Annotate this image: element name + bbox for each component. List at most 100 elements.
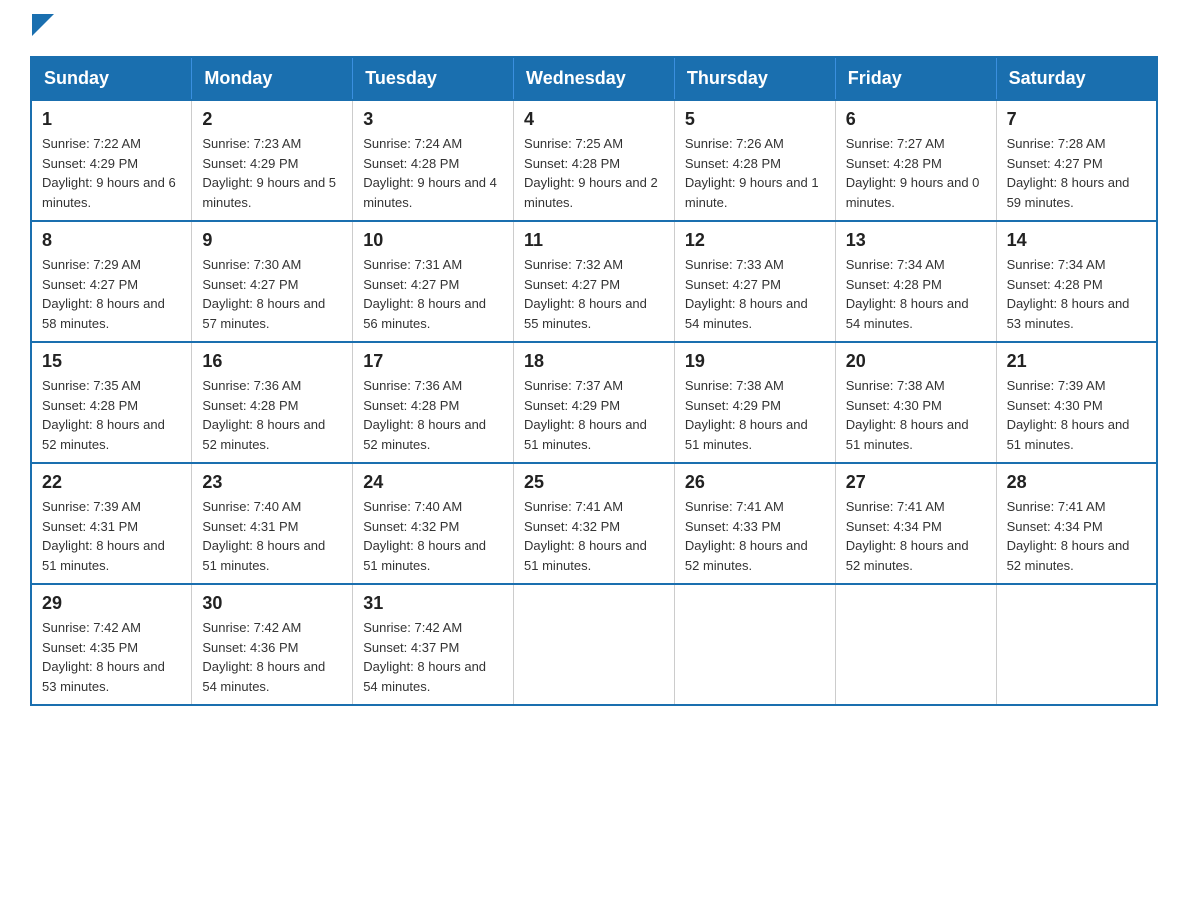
day-number: 15 (42, 351, 181, 372)
calendar-cell: 13 Sunrise: 7:34 AM Sunset: 4:28 PM Dayl… (835, 221, 996, 342)
day-number: 6 (846, 109, 986, 130)
day-info: Sunrise: 7:39 AM Sunset: 4:30 PM Dayligh… (1007, 376, 1146, 454)
day-info: Sunrise: 7:23 AM Sunset: 4:29 PM Dayligh… (202, 134, 342, 212)
day-number: 21 (1007, 351, 1146, 372)
calendar-cell: 29 Sunrise: 7:42 AM Sunset: 4:35 PM Dayl… (31, 584, 192, 705)
day-info: Sunrise: 7:25 AM Sunset: 4:28 PM Dayligh… (524, 134, 664, 212)
calendar-cell (514, 584, 675, 705)
day-number: 13 (846, 230, 986, 251)
day-info: Sunrise: 7:41 AM Sunset: 4:34 PM Dayligh… (1007, 497, 1146, 575)
day-info: Sunrise: 7:40 AM Sunset: 4:32 PM Dayligh… (363, 497, 503, 575)
day-info: Sunrise: 7:39 AM Sunset: 4:31 PM Dayligh… (42, 497, 181, 575)
day-number: 2 (202, 109, 342, 130)
calendar-cell: 24 Sunrise: 7:40 AM Sunset: 4:32 PM Dayl… (353, 463, 514, 584)
day-info: Sunrise: 7:33 AM Sunset: 4:27 PM Dayligh… (685, 255, 825, 333)
calendar-cell: 5 Sunrise: 7:26 AM Sunset: 4:28 PM Dayli… (674, 100, 835, 221)
calendar-cell: 18 Sunrise: 7:37 AM Sunset: 4:29 PM Dayl… (514, 342, 675, 463)
week-row-2: 8 Sunrise: 7:29 AM Sunset: 4:27 PM Dayli… (31, 221, 1157, 342)
day-number: 8 (42, 230, 181, 251)
day-info: Sunrise: 7:30 AM Sunset: 4:27 PM Dayligh… (202, 255, 342, 333)
day-number: 10 (363, 230, 503, 251)
day-number: 9 (202, 230, 342, 251)
day-number: 31 (363, 593, 503, 614)
day-info: Sunrise: 7:34 AM Sunset: 4:28 PM Dayligh… (846, 255, 986, 333)
calendar-cell: 27 Sunrise: 7:41 AM Sunset: 4:34 PM Dayl… (835, 463, 996, 584)
day-number: 22 (42, 472, 181, 493)
day-number: 4 (524, 109, 664, 130)
calendar-cell: 25 Sunrise: 7:41 AM Sunset: 4:32 PM Dayl… (514, 463, 675, 584)
day-info: Sunrise: 7:42 AM Sunset: 4:37 PM Dayligh… (363, 618, 503, 696)
day-info: Sunrise: 7:38 AM Sunset: 4:29 PM Dayligh… (685, 376, 825, 454)
calendar-cell: 30 Sunrise: 7:42 AM Sunset: 4:36 PM Dayl… (192, 584, 353, 705)
calendar-cell: 6 Sunrise: 7:27 AM Sunset: 4:28 PM Dayli… (835, 100, 996, 221)
day-info: Sunrise: 7:42 AM Sunset: 4:35 PM Dayligh… (42, 618, 181, 696)
week-row-1: 1 Sunrise: 7:22 AM Sunset: 4:29 PM Dayli… (31, 100, 1157, 221)
calendar-cell (835, 584, 996, 705)
calendar-cell: 12 Sunrise: 7:33 AM Sunset: 4:27 PM Dayl… (674, 221, 835, 342)
day-number: 26 (685, 472, 825, 493)
day-number: 29 (42, 593, 181, 614)
day-info: Sunrise: 7:42 AM Sunset: 4:36 PM Dayligh… (202, 618, 342, 696)
day-info: Sunrise: 7:28 AM Sunset: 4:27 PM Dayligh… (1007, 134, 1146, 212)
calendar-table: SundayMondayTuesdayWednesdayThursdayFrid… (30, 56, 1158, 706)
day-info: Sunrise: 7:34 AM Sunset: 4:28 PM Dayligh… (1007, 255, 1146, 333)
day-number: 3 (363, 109, 503, 130)
calendar-cell: 23 Sunrise: 7:40 AM Sunset: 4:31 PM Dayl… (192, 463, 353, 584)
day-info: Sunrise: 7:26 AM Sunset: 4:28 PM Dayligh… (685, 134, 825, 212)
calendar-cell: 4 Sunrise: 7:25 AM Sunset: 4:28 PM Dayli… (514, 100, 675, 221)
day-header-wednesday: Wednesday (514, 57, 675, 100)
calendar-cell: 9 Sunrise: 7:30 AM Sunset: 4:27 PM Dayli… (192, 221, 353, 342)
calendar-cell (996, 584, 1157, 705)
day-info: Sunrise: 7:29 AM Sunset: 4:27 PM Dayligh… (42, 255, 181, 333)
calendar-cell: 15 Sunrise: 7:35 AM Sunset: 4:28 PM Dayl… (31, 342, 192, 463)
day-info: Sunrise: 7:40 AM Sunset: 4:31 PM Dayligh… (202, 497, 342, 575)
calendar-cell: 11 Sunrise: 7:32 AM Sunset: 4:27 PM Dayl… (514, 221, 675, 342)
calendar-cell: 22 Sunrise: 7:39 AM Sunset: 4:31 PM Dayl… (31, 463, 192, 584)
calendar-cell: 17 Sunrise: 7:36 AM Sunset: 4:28 PM Dayl… (353, 342, 514, 463)
calendar-cell: 7 Sunrise: 7:28 AM Sunset: 4:27 PM Dayli… (996, 100, 1157, 221)
day-number: 14 (1007, 230, 1146, 251)
day-number: 1 (42, 109, 181, 130)
day-number: 28 (1007, 472, 1146, 493)
day-header-row: SundayMondayTuesdayWednesdayThursdayFrid… (31, 57, 1157, 100)
day-number: 25 (524, 472, 664, 493)
day-info: Sunrise: 7:36 AM Sunset: 4:28 PM Dayligh… (202, 376, 342, 454)
day-info: Sunrise: 7:38 AM Sunset: 4:30 PM Dayligh… (846, 376, 986, 454)
week-row-5: 29 Sunrise: 7:42 AM Sunset: 4:35 PM Dayl… (31, 584, 1157, 705)
page-header (30, 20, 1158, 36)
day-info: Sunrise: 7:35 AM Sunset: 4:28 PM Dayligh… (42, 376, 181, 454)
day-number: 7 (1007, 109, 1146, 130)
day-info: Sunrise: 7:41 AM Sunset: 4:34 PM Dayligh… (846, 497, 986, 575)
logo (30, 20, 54, 36)
calendar-cell: 14 Sunrise: 7:34 AM Sunset: 4:28 PM Dayl… (996, 221, 1157, 342)
calendar-cell: 8 Sunrise: 7:29 AM Sunset: 4:27 PM Dayli… (31, 221, 192, 342)
day-info: Sunrise: 7:24 AM Sunset: 4:28 PM Dayligh… (363, 134, 503, 212)
calendar-cell: 1 Sunrise: 7:22 AM Sunset: 4:29 PM Dayli… (31, 100, 192, 221)
week-row-4: 22 Sunrise: 7:39 AM Sunset: 4:31 PM Dayl… (31, 463, 1157, 584)
day-number: 30 (202, 593, 342, 614)
calendar-cell: 16 Sunrise: 7:36 AM Sunset: 4:28 PM Dayl… (192, 342, 353, 463)
calendar-cell: 26 Sunrise: 7:41 AM Sunset: 4:33 PM Dayl… (674, 463, 835, 584)
calendar-cell: 19 Sunrise: 7:38 AM Sunset: 4:29 PM Dayl… (674, 342, 835, 463)
day-info: Sunrise: 7:41 AM Sunset: 4:32 PM Dayligh… (524, 497, 664, 575)
day-number: 16 (202, 351, 342, 372)
day-header-thursday: Thursday (674, 57, 835, 100)
day-number: 11 (524, 230, 664, 251)
calendar-cell: 31 Sunrise: 7:42 AM Sunset: 4:37 PM Dayl… (353, 584, 514, 705)
day-header-monday: Monday (192, 57, 353, 100)
day-number: 24 (363, 472, 503, 493)
day-number: 20 (846, 351, 986, 372)
calendar-header: SundayMondayTuesdayWednesdayThursdayFrid… (31, 57, 1157, 100)
day-header-friday: Friday (835, 57, 996, 100)
day-number: 19 (685, 351, 825, 372)
day-info: Sunrise: 7:32 AM Sunset: 4:27 PM Dayligh… (524, 255, 664, 333)
day-number: 12 (685, 230, 825, 251)
week-row-3: 15 Sunrise: 7:35 AM Sunset: 4:28 PM Dayl… (31, 342, 1157, 463)
day-info: Sunrise: 7:27 AM Sunset: 4:28 PM Dayligh… (846, 134, 986, 212)
day-number: 23 (202, 472, 342, 493)
calendar-cell (674, 584, 835, 705)
day-number: 18 (524, 351, 664, 372)
day-info: Sunrise: 7:41 AM Sunset: 4:33 PM Dayligh… (685, 497, 825, 575)
day-header-saturday: Saturday (996, 57, 1157, 100)
day-header-sunday: Sunday (31, 57, 192, 100)
